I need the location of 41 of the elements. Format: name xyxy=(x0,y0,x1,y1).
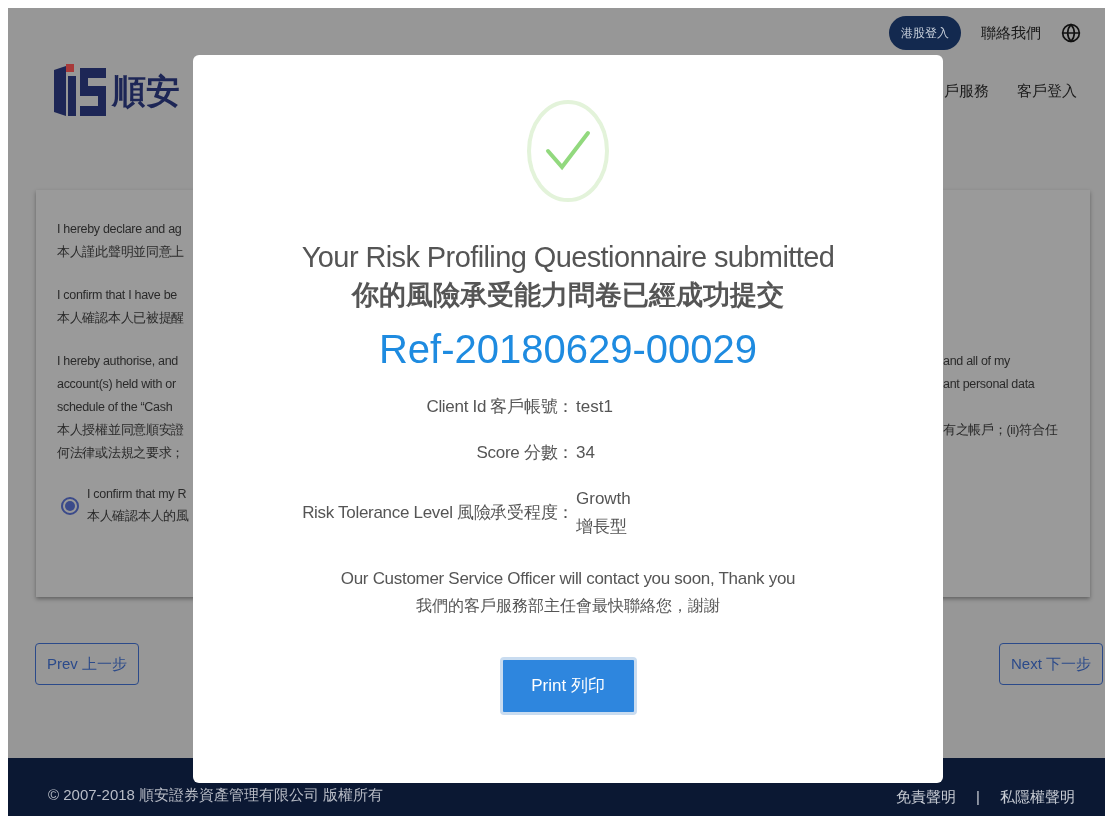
footer-link[interactable]: 免責聲明 xyxy=(896,785,957,808)
declaration-text: I hereby declare and ag xyxy=(57,221,183,239)
declaration-text: 本人確認本人已被提醒 xyxy=(57,310,185,328)
prev-button[interactable]: Prev 上一步 xyxy=(35,643,139,685)
radio-button[interactable] xyxy=(61,497,79,515)
field-value: 34 xyxy=(575,442,595,464)
next-button[interactable]: Next 下一步 xyxy=(999,643,1103,685)
contact-message-chinese: 我們的客戶服務部主任會最快聯絡您，謝謝 xyxy=(416,596,720,616)
contact-message: Our Customer Service Officer will contact you soon, Thank you xyxy=(340,568,796,590)
radio-label: I confirm that my R xyxy=(87,486,188,503)
nav-link[interactable]: 戶服務 xyxy=(944,79,989,103)
field-value: test1 xyxy=(575,396,613,418)
radio-label: 本人確認本人的風 xyxy=(87,508,190,525)
declaration-text: account(s) held with or xyxy=(57,376,177,394)
globe-icon[interactable] xyxy=(1061,23,1081,43)
field-label: Risk Tolerance Level 風險承受程度： xyxy=(301,502,574,525)
reference-number: Ref-20180629-00029 xyxy=(378,326,758,373)
declaration-text: 何法律或法規之要求； xyxy=(57,445,185,463)
declaration-text: 本人授權並同意順安證 xyxy=(57,422,185,440)
declaration-text: I confirm that I have be xyxy=(57,287,178,305)
declaration-text: schedule of the “Cash xyxy=(57,399,174,417)
logo-text: 順安 xyxy=(112,74,180,108)
check-circle-icon xyxy=(526,99,610,203)
print-button[interactable]: Print 列印 xyxy=(499,657,637,715)
field-value: 增長型 xyxy=(575,516,628,538)
declaration-text: 本人謹此聲明並同意上 xyxy=(57,244,185,262)
field-label: Score 分數： xyxy=(475,442,574,465)
field-label: Client Id 客戶帳號： xyxy=(425,396,574,419)
declaration-text: I hereby authorise, and xyxy=(57,353,179,371)
hk-login-button[interactable]: 港股登入 xyxy=(889,16,961,50)
declaration-text: and all of my xyxy=(943,353,1010,371)
field-value: Growth xyxy=(575,488,631,510)
copyright-text: © 2007-2018 順安證券資產管理有限公司 版權所有 xyxy=(48,786,384,804)
dialog-title-chinese: 你的風險承受能力問卷已經成功提交 xyxy=(352,279,784,312)
contact-link[interactable]: 聯絡我們 xyxy=(981,21,1041,45)
dialog-title: Your Risk Profiling Questionnaire submitted xyxy=(301,240,835,275)
declaration-text: ant personal data xyxy=(943,376,1035,394)
declaration-text: 有之帳戶；(ii)符合任 xyxy=(943,422,1058,440)
footer-separator: | xyxy=(976,786,980,807)
footer-link[interactable]: 私隱權聲明 xyxy=(1000,785,1075,808)
nav-link[interactable]: 客戶登入 xyxy=(1017,79,1077,103)
